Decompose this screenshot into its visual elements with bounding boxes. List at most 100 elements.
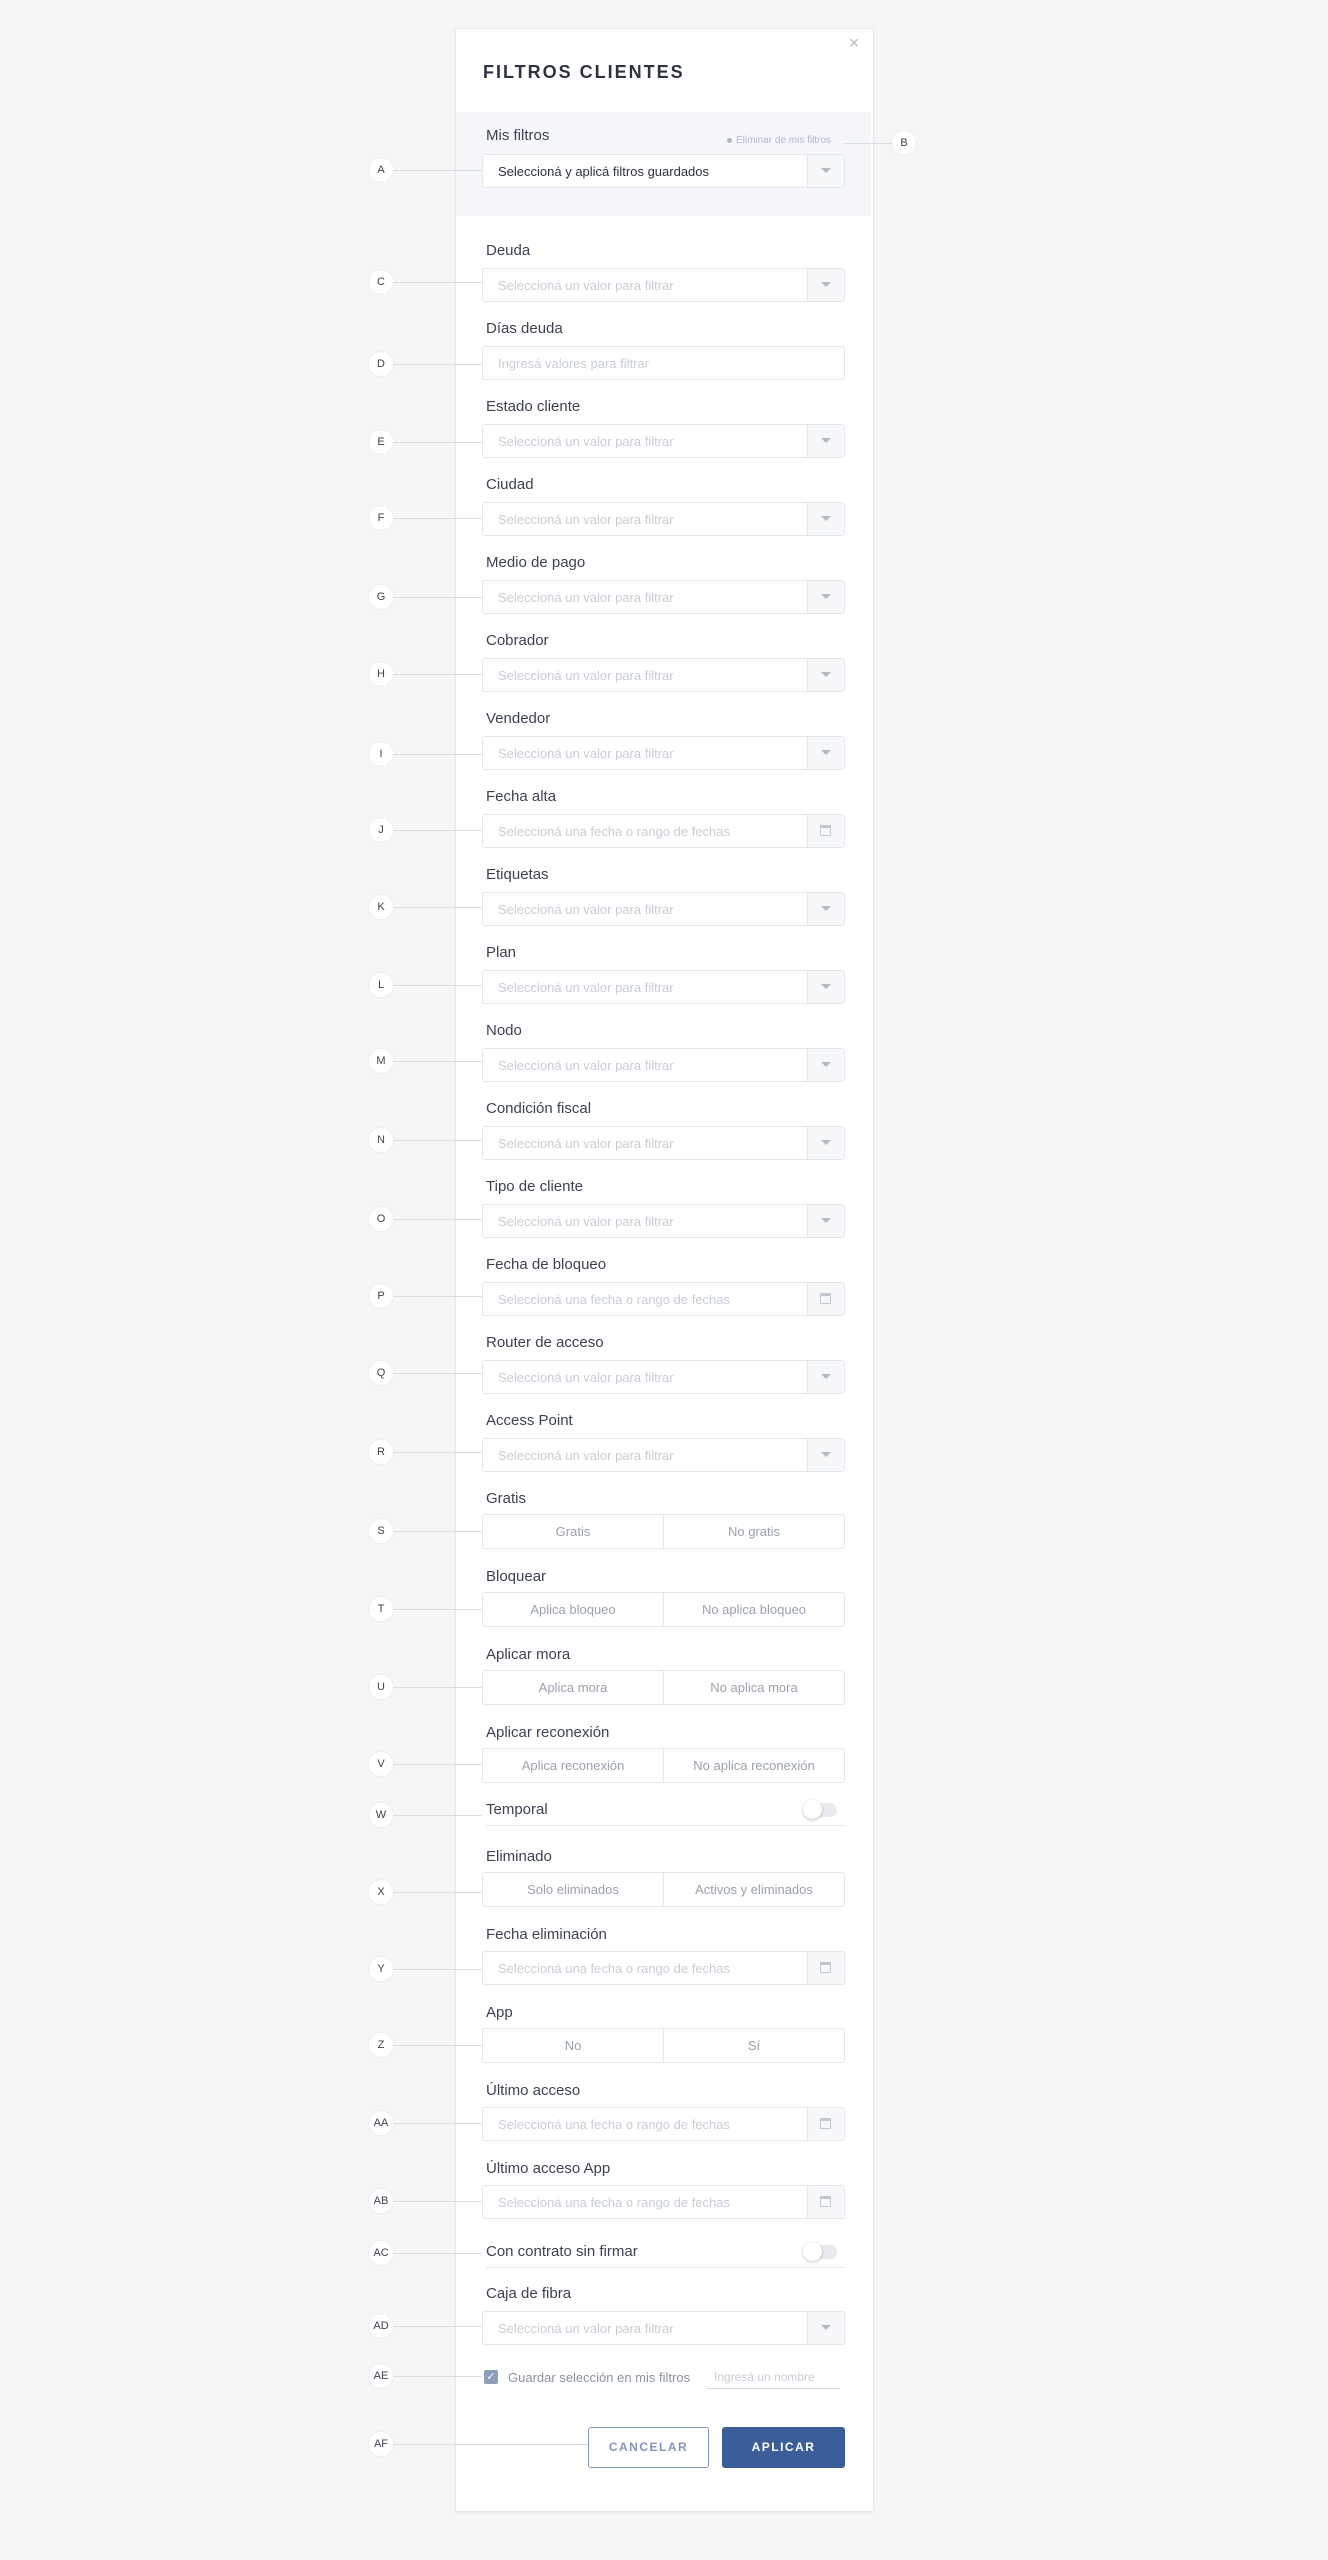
aplica-reconexion-option[interactable]: Aplica reconexión (483, 1749, 664, 1782)
condicion-fiscal-select[interactable]: Seleccioná un valor para filtrar (482, 1126, 845, 1160)
dropdown-toggle[interactable] (807, 1361, 844, 1393)
medio-pago-select[interactable]: Seleccioná un valor para filtrar (482, 580, 845, 614)
vendedor-select[interactable]: Seleccioná un valor para filtrar (482, 736, 845, 770)
temporal-switch[interactable] (803, 1800, 837, 1819)
annotation-leader-line (393, 1815, 482, 1816)
switch-knob (803, 2242, 822, 2261)
access-point-select[interactable]: Seleccioná un valor para filtrar (482, 1438, 845, 1472)
close-icon[interactable]: × (847, 34, 861, 52)
deuda-label: Deuda (486, 242, 531, 259)
annotation-badge-s: S (369, 1519, 393, 1543)
fecha-alta-datepicker[interactable]: Seleccioná una fecha o rango de fechas (482, 814, 845, 848)
dropdown-toggle[interactable] (807, 503, 844, 535)
app-si-option[interactable]: Sí (664, 2029, 844, 2062)
dropdown-toggle[interactable] (807, 1205, 844, 1237)
plan-select[interactable]: Seleccioná un valor para filtrar (482, 970, 845, 1004)
contrato-sin-firmar-switch[interactable] (803, 2242, 837, 2261)
dropdown-toggle[interactable] (807, 659, 844, 691)
annotation-leader-line (393, 597, 482, 598)
cobrador-select[interactable]: Seleccioná un valor para filtrar (482, 658, 845, 692)
dias-deuda-input[interactable]: Ingresá valores para filtrar (482, 346, 845, 380)
aplica-mora-option[interactable]: Aplica mora (483, 1671, 664, 1704)
condicion-fiscal-placeholder: Seleccioná un valor para filtrar (498, 1136, 674, 1151)
estado-cliente-placeholder: Seleccioná un valor para filtrar (498, 434, 674, 449)
annotation-badge-ad: AD (369, 2314, 393, 2338)
fecha-alta-placeholder: Seleccioná una fecha o rango de fechas (498, 824, 731, 839)
nodo-label: Nodo (486, 1022, 522, 1039)
annotation-leader-line (393, 2444, 588, 2445)
dropdown-toggle[interactable] (807, 1049, 844, 1081)
contrato-sin-firmar-row: Con contrato sin firmar (486, 2239, 845, 2268)
gratis-option[interactable]: Gratis (483, 1515, 664, 1548)
annotation-badge-y: Y (369, 1957, 393, 1981)
annotation-badge-ac: AC (369, 2241, 393, 2265)
temporal-label: Temporal (486, 1801, 548, 1818)
dropdown-toggle[interactable] (807, 2312, 844, 2344)
annotation-badge-ab: AB (369, 2189, 393, 2213)
deuda-placeholder: Seleccioná un valor para filtrar (498, 278, 674, 293)
deuda-select[interactable]: Seleccioná un valor para filtrar (482, 268, 845, 302)
annotation-badge-t: T (369, 1597, 393, 1621)
annotation-leader-line (393, 1373, 482, 1374)
calendar-button[interactable] (807, 815, 844, 847)
no-aplica-mora-option[interactable]: No aplica mora (664, 1671, 844, 1704)
ultimo-acceso-datepicker[interactable]: Seleccioná una fecha o rango de fechas (482, 2107, 845, 2141)
chevron-down-icon (821, 984, 831, 989)
dropdown-toggle[interactable] (807, 737, 844, 769)
annotation-leader-line (393, 2253, 482, 2254)
filter-name-input[interactable]: Ingresá un nombre (706, 2367, 840, 2389)
dropdown-toggle[interactable] (807, 1127, 844, 1159)
annotation-badge-c: C (369, 270, 393, 294)
router-acceso-select[interactable]: Seleccioná un valor para filtrar (482, 1360, 845, 1394)
activos-y-eliminados-option[interactable]: Activos y eliminados (664, 1873, 844, 1906)
calendar-icon (820, 1293, 831, 1304)
dropdown-toggle[interactable] (807, 893, 844, 925)
annotation-leader-line (393, 2376, 482, 2377)
calendar-button[interactable] (807, 2108, 844, 2140)
nodo-select[interactable]: Seleccioná un valor para filtrar (482, 1048, 845, 1082)
solo-eliminados-option[interactable]: Solo eliminados (483, 1873, 664, 1906)
annotation-leader-line (393, 1687, 482, 1688)
dropdown-toggle[interactable] (807, 1439, 844, 1471)
calendar-button[interactable] (807, 2186, 844, 2218)
ciudad-placeholder: Seleccioná un valor para filtrar (498, 512, 674, 527)
apply-button[interactable]: APLICAR (722, 2427, 845, 2468)
estado-cliente-select[interactable]: Seleccioná un valor para filtrar (482, 424, 845, 458)
delete-saved-filter-link[interactable]: Eliminar de mis filtros (727, 135, 831, 146)
calendar-button[interactable] (807, 1283, 844, 1315)
vendedor-placeholder: Seleccioná un valor para filtrar (498, 746, 674, 761)
etiquetas-select[interactable]: Seleccioná un valor para filtrar (482, 892, 845, 926)
aplicar-reconexion-toggle-group: Aplica reconexión No aplica reconexión (482, 1748, 845, 1783)
no-gratis-option[interactable]: No gratis (664, 1515, 844, 1548)
tipo-cliente-select[interactable]: Seleccioná un valor para filtrar (482, 1204, 845, 1238)
annotation-badge-k: K (369, 895, 393, 919)
eliminado-toggle-group: Solo eliminados Activos y eliminados (482, 1872, 845, 1907)
chevron-down-icon (821, 2325, 831, 2330)
dropdown-toggle[interactable] (807, 425, 844, 457)
app-no-option[interactable]: No (483, 2029, 664, 2062)
saved-filters-select[interactable]: Seleccioná y aplicá filtros guardados (482, 154, 845, 188)
annotation-badge-h: H (369, 662, 393, 686)
fecha-bloqueo-datepicker[interactable]: Seleccioná una fecha o rango de fechas (482, 1282, 845, 1316)
cobrador-placeholder: Seleccioná un valor para filtrar (498, 668, 674, 683)
aplicar-reconexion-label: Aplicar reconexión (486, 1724, 610, 1741)
dropdown-toggle[interactable] (807, 269, 844, 301)
tipo-cliente-placeholder: Seleccioná un valor para filtrar (498, 1214, 674, 1229)
dropdown-toggle[interactable] (807, 971, 844, 1003)
annotation-badge-n: N (369, 1128, 393, 1152)
calendar-button[interactable] (807, 1952, 844, 1984)
annotation-leader-line (393, 2326, 482, 2327)
dropdown-toggle[interactable] (807, 581, 844, 613)
no-aplica-bloqueo-option[interactable]: No aplica bloqueo (664, 1593, 844, 1626)
aplicar-mora-label: Aplicar mora (486, 1646, 571, 1663)
ultimo-acceso-app-datepicker[interactable]: Seleccioná una fecha o rango de fechas (482, 2185, 845, 2219)
cancel-button[interactable]: CANCELAR (588, 2427, 709, 2468)
ciudad-select[interactable]: Seleccioná un valor para filtrar (482, 502, 845, 536)
dropdown-toggle[interactable] (807, 155, 844, 187)
caja-fibra-select[interactable]: Seleccioná un valor para filtrar (482, 2311, 845, 2345)
vendedor-label: Vendedor (486, 710, 551, 727)
no-aplica-reconexion-option[interactable]: No aplica reconexión (664, 1749, 844, 1782)
aplica-bloqueo-option[interactable]: Aplica bloqueo (483, 1593, 664, 1626)
fecha-eliminacion-datepicker[interactable]: Seleccioná una fecha o rango de fechas (482, 1951, 845, 1985)
save-filter-checkbox[interactable]: ✓ (484, 2370, 498, 2384)
